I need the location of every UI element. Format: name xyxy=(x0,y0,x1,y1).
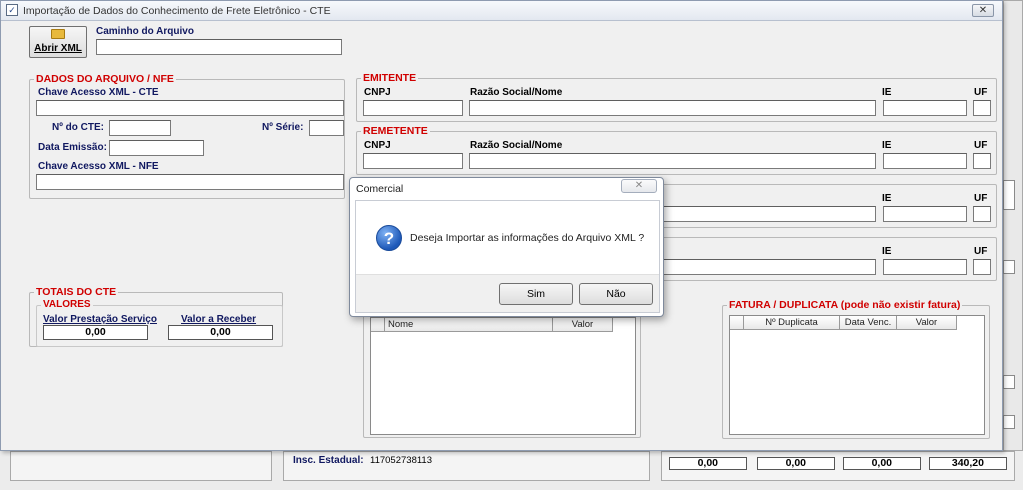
dialog-message: Deseja Importar as informações do Arquiv… xyxy=(410,232,645,244)
remetente-group-title: REMETENTE xyxy=(361,125,430,137)
chave-nfe-label: Chave Acesso XML - NFE xyxy=(38,161,159,172)
dialog-footer: Sim Não xyxy=(356,274,659,312)
remetente-razao-input[interactable] xyxy=(469,153,876,169)
app-checkbox-icon: ✓ xyxy=(6,4,18,16)
chave-nfe-input[interactable] xyxy=(36,174,344,190)
emitente-uf-label: UF xyxy=(974,87,988,98)
dialog-body: ? Deseja Importar as informações do Arqu… xyxy=(355,200,660,313)
window-title: Importação de Dados do Conhecimento de F… xyxy=(23,5,331,17)
background-total-1: 0,00 xyxy=(669,457,747,470)
background-total-2: 0,00 xyxy=(757,457,835,470)
file-path-label: Caminho do Arquivo xyxy=(96,26,194,37)
fatura-group: FATURA / DUPLICATA (pode não existir fat… xyxy=(722,299,990,439)
itens-grid-header-valor[interactable]: Valor xyxy=(553,318,613,332)
emitente-group: EMITENTE CNPJ Razão Social/Nome IE UF xyxy=(356,72,997,122)
destinatario-ie-label: IE xyxy=(882,193,892,204)
fatura-grid-header-data-venc[interactable]: Data Venc. xyxy=(840,316,897,330)
valor-receber-value: 0,00 xyxy=(168,325,273,340)
confirm-dialog: Comercial ✕ ? Deseja Importar as informa… xyxy=(349,177,664,317)
totais-group-title: TOTAIS DO CTE xyxy=(34,286,119,298)
remetente-razao-label: Razão Social/Nome xyxy=(470,140,563,151)
emitente-ie-label: IE xyxy=(882,87,892,98)
itens-group: Nome Valor xyxy=(363,306,641,438)
tomador-ie-label: IE xyxy=(882,246,892,257)
window-title-bar: ✓ Importação de Dados do Conhecimento de… xyxy=(1,1,1002,21)
background-total-4: 340,20 xyxy=(929,457,1007,470)
fatura-grid-header-valor[interactable]: Valor xyxy=(897,316,957,330)
data-emissao-input[interactable] xyxy=(109,140,204,156)
fatura-group-title: FATURA / DUPLICATA (pode não existir fat… xyxy=(727,299,963,311)
insc-estadual-value: 117052738113 xyxy=(370,455,432,466)
remetente-uf-label: UF xyxy=(974,140,988,151)
num-cte-label: Nº do CTE: xyxy=(52,122,104,133)
tomador-uf-label: UF xyxy=(974,246,988,257)
remetente-cnpj-input[interactable] xyxy=(363,153,463,169)
remetente-group: REMETENTE CNPJ Razão Social/Nome IE UF xyxy=(356,125,997,175)
data-emissao-label: Data Emissão: xyxy=(38,142,107,153)
file-path-input[interactable] xyxy=(96,39,342,55)
tomador-uf-input[interactable] xyxy=(973,259,991,275)
background-field xyxy=(1003,375,1015,389)
emitente-group-title: EMITENTE xyxy=(361,72,419,84)
destinatario-uf-input[interactable] xyxy=(973,206,991,222)
dialog-title: Comercial xyxy=(356,183,404,195)
tomador-ie-input[interactable] xyxy=(883,259,967,275)
window-close-button[interactable]: ✕ xyxy=(972,4,994,17)
chave-cte-input[interactable] xyxy=(36,100,344,116)
background-field xyxy=(1003,180,1015,210)
valor-prestacao-value: 0,00 xyxy=(43,325,148,340)
valores-group: VALORES Valor Prestação Serviço 0,00 Val… xyxy=(36,299,283,347)
fatura-grid[interactable]: Nº Duplicata Data Venc. Valor xyxy=(729,315,985,435)
totais-group: TOTAIS DO CTE VALORES Valor Prestação Se… xyxy=(29,286,283,347)
emitente-cnpj-input[interactable] xyxy=(363,100,463,116)
dialog-close-button[interactable]: ✕ xyxy=(621,179,657,193)
valor-receber-label: Valor a Receber xyxy=(181,314,257,325)
emitente-razao-input[interactable] xyxy=(469,100,876,116)
num-cte-input[interactable] xyxy=(109,120,171,136)
emitente-uf-input[interactable] xyxy=(973,100,991,116)
itens-grid-indicator-header xyxy=(371,318,385,332)
remetente-cnpj-label: CNPJ xyxy=(364,140,391,151)
itens-grid-header-nome[interactable]: Nome xyxy=(385,318,553,332)
background-field xyxy=(1003,260,1015,274)
yes-button[interactable]: Sim xyxy=(499,283,573,305)
no-button[interactable]: Não xyxy=(579,283,653,305)
valor-prestacao-label: Valor Prestação Serviço xyxy=(43,314,157,325)
background-field xyxy=(1003,415,1015,429)
destinatario-uf-label: UF xyxy=(974,193,988,204)
background-panel xyxy=(10,451,272,481)
open-xml-button[interactable]: Abrir XML xyxy=(29,26,87,58)
remetente-uf-input[interactable] xyxy=(973,153,991,169)
fatura-grid-header-duplicata[interactable]: Nº Duplicata xyxy=(744,316,840,330)
emitente-ie-input[interactable] xyxy=(883,100,967,116)
remetente-ie-input[interactable] xyxy=(883,153,967,169)
valores-group-title: VALORES xyxy=(41,299,93,310)
folder-icon xyxy=(51,29,65,39)
emitente-cnpj-label: CNPJ xyxy=(364,87,391,98)
num-serie-input[interactable] xyxy=(309,120,344,136)
destinatario-ie-input[interactable] xyxy=(883,206,967,222)
arquivo-group-title: DADOS DO ARQUIVO / NFE xyxy=(34,73,176,85)
itens-grid[interactable]: Nome Valor xyxy=(370,317,636,435)
question-icon: ? xyxy=(376,225,402,251)
num-serie-label: Nº Série: xyxy=(262,122,304,133)
fatura-grid-indicator-header xyxy=(730,316,744,330)
chave-cte-label: Chave Acesso XML - CTE xyxy=(38,87,159,98)
background-total-3: 0,00 xyxy=(843,457,921,470)
arquivo-group: DADOS DO ARQUIVO / NFE Chave Acesso XML … xyxy=(29,73,345,199)
remetente-ie-label: IE xyxy=(882,140,892,151)
open-xml-label: Abrir XML xyxy=(34,43,82,54)
insc-estadual-label: Insc. Estadual: xyxy=(293,455,364,466)
emitente-razao-label: Razão Social/Nome xyxy=(470,87,563,98)
